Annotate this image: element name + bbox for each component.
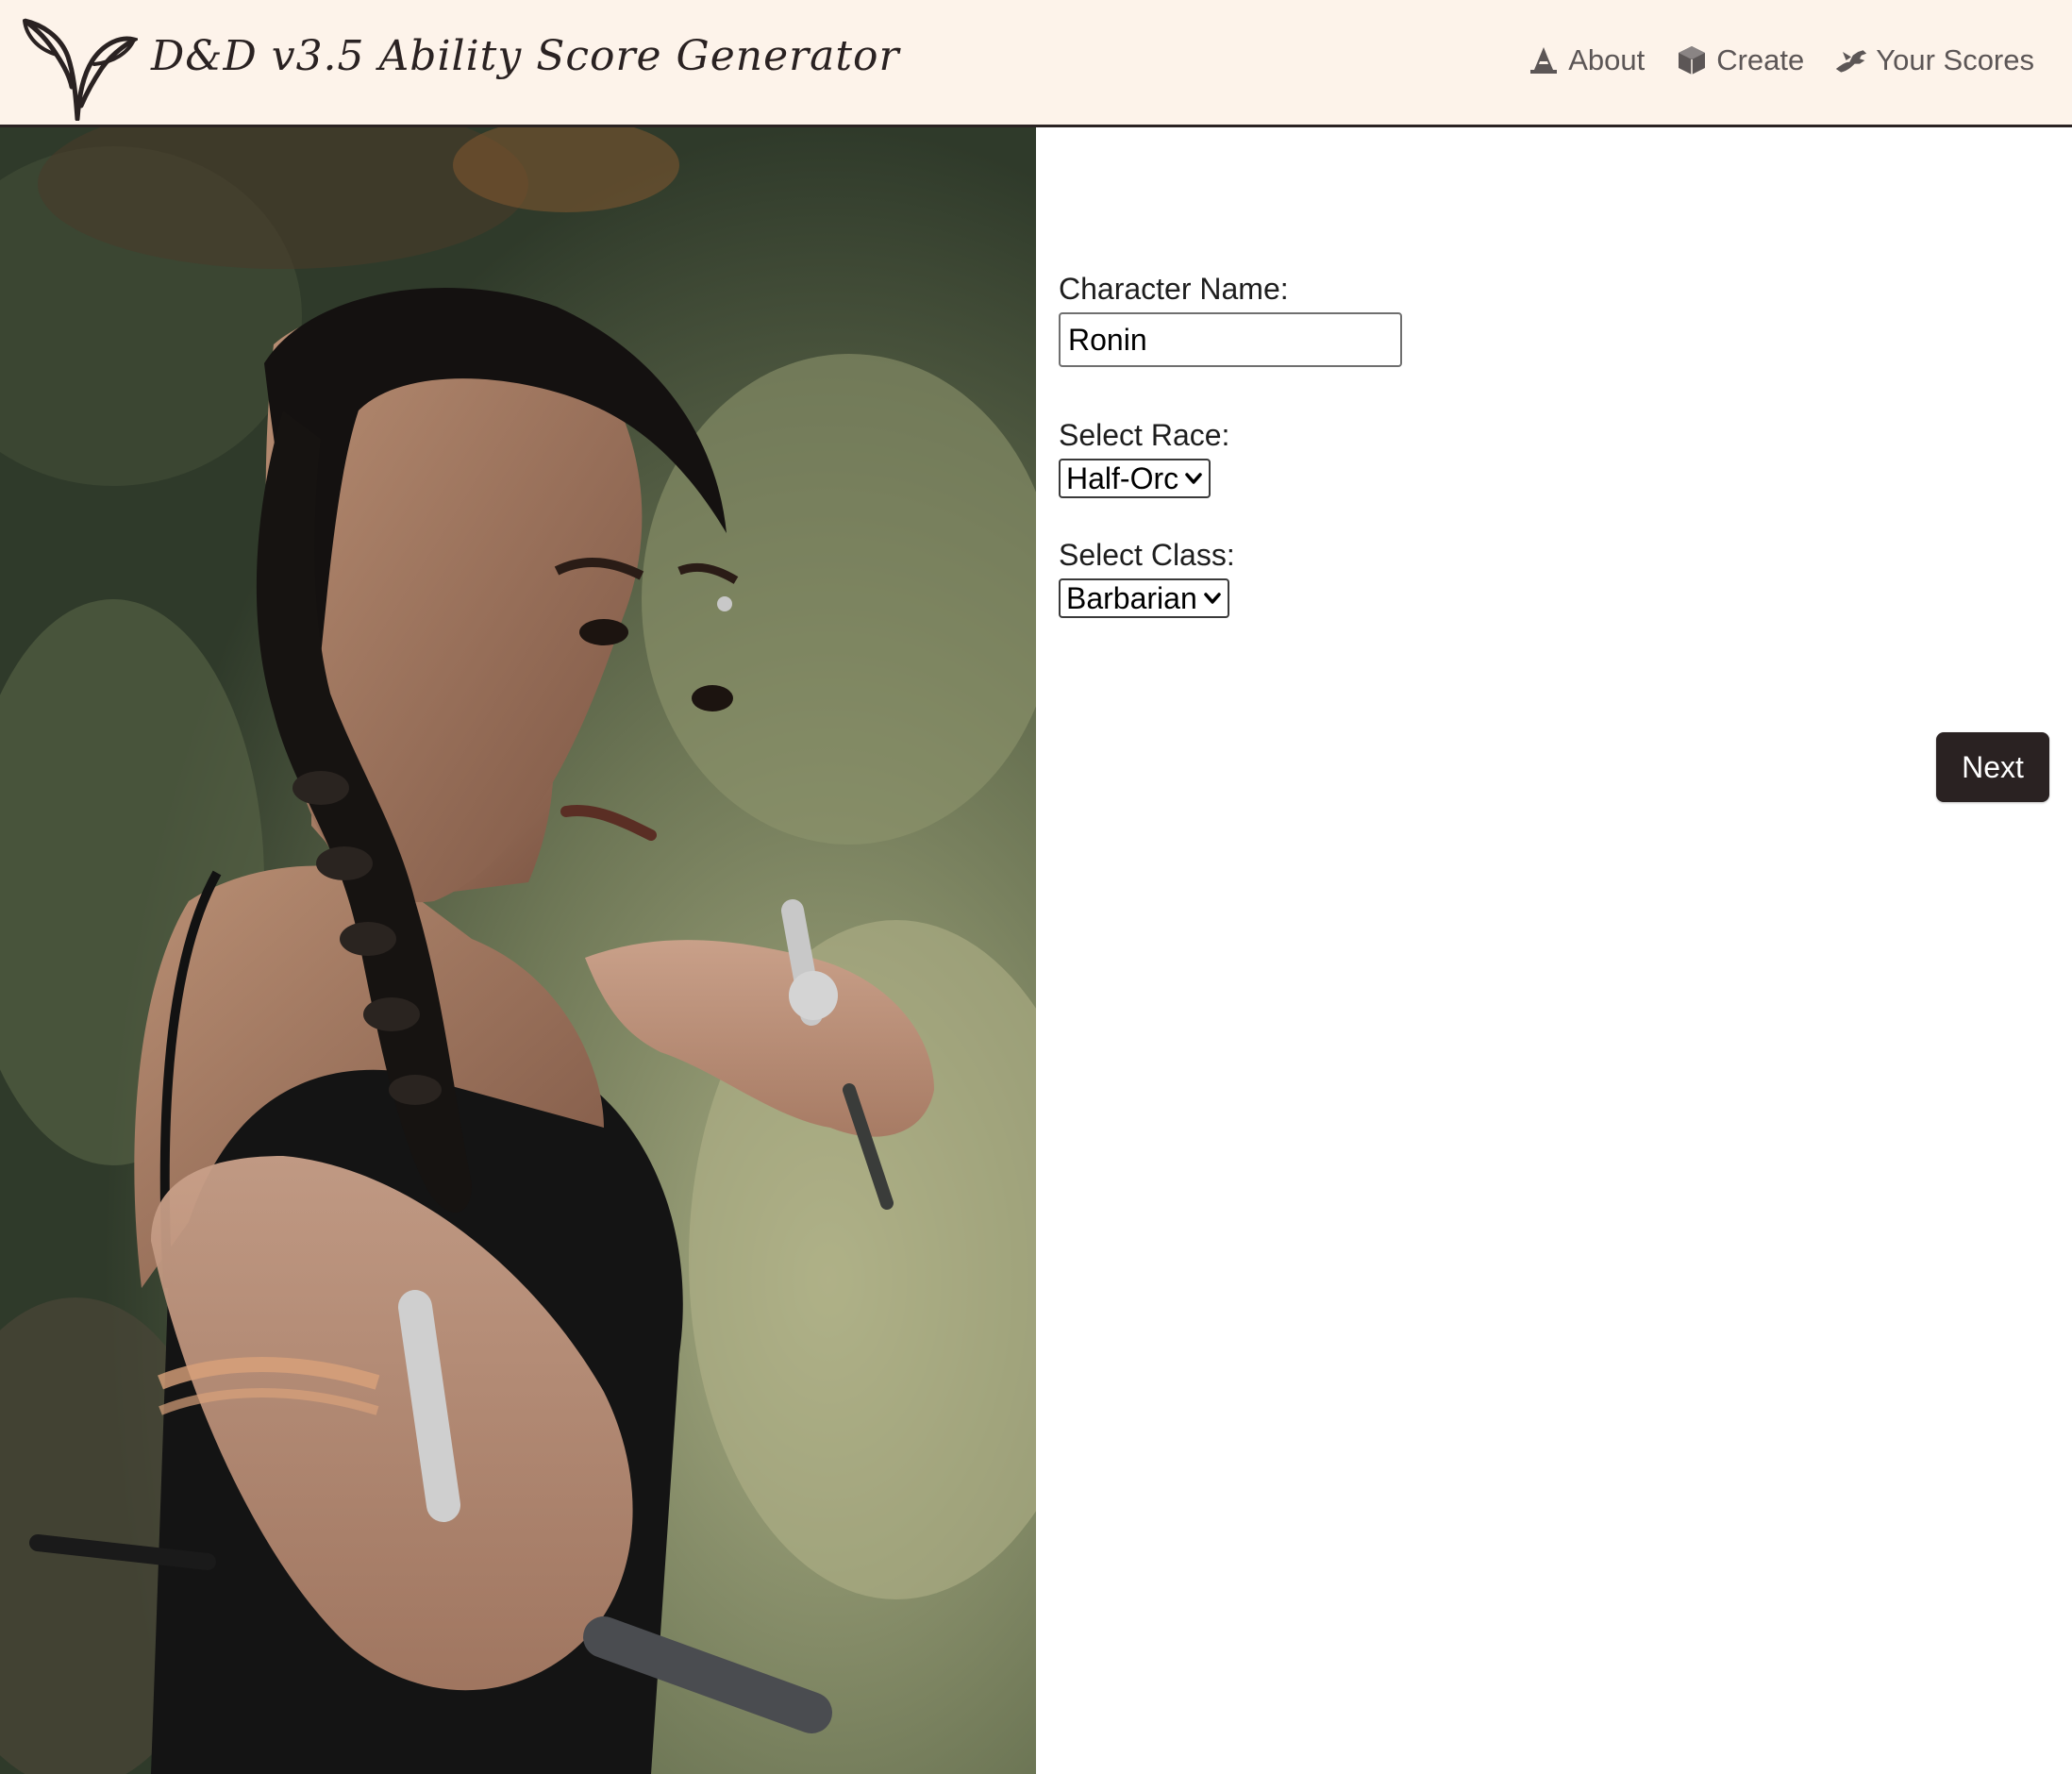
nav-your-scores[interactable]: Your Scores — [1834, 43, 2034, 77]
race-label: Select Race: — [1059, 418, 1230, 452]
dragon-icon — [1836, 50, 1867, 73]
character-name-input[interactable] — [1059, 312, 1402, 367]
warrior-woman-photo — [0, 127, 1036, 1774]
sprout-icon — [23, 18, 138, 121]
dice-icon — [1679, 46, 1706, 75]
main-nav: About Create Your Scores — [1527, 43, 2034, 77]
nav-about-label: About — [1568, 43, 1646, 76]
site-header: D&D v3.5 Ability Score Generator About C… — [0, 0, 2072, 127]
character-name-field: Character Name: — [1059, 272, 1402, 367]
class-select[interactable]: Barbarian — [1059, 578, 1229, 618]
race-select[interactable]: Half-Orc — [1059, 459, 1211, 498]
nav-create[interactable]: Create — [1675, 43, 1804, 77]
site-title: D&D v3.5 Ability Score Generator — [151, 32, 900, 80]
nav-create-label: Create — [1716, 43, 1805, 76]
character-name-label: Character Name: — [1059, 272, 1289, 306]
race-select-value: Half-Orc — [1066, 460, 1179, 495]
race-field: Select Race: Half-Orc — [1059, 418, 1402, 498]
wizard-hat-icon — [1530, 47, 1558, 74]
next-button[interactable]: Next — [1936, 732, 2049, 802]
class-label: Select Class: — [1059, 538, 1235, 572]
chevron-down-icon — [1185, 473, 1202, 484]
chevron-down-icon — [1204, 593, 1221, 604]
brand[interactable]: D&D v3.5 Ability Score Generator — [19, 8, 900, 121]
class-field: Select Class: Barbarian — [1059, 538, 1402, 618]
nav-your-scores-label: Your Scores — [1876, 43, 2034, 76]
class-select-value: Barbarian — [1066, 580, 1197, 615]
character-form: Character Name: Select Race: Half-Orc Se… — [1059, 272, 1402, 669]
nav-about[interactable]: About — [1527, 43, 1645, 77]
hero-photo — [0, 127, 1036, 1774]
